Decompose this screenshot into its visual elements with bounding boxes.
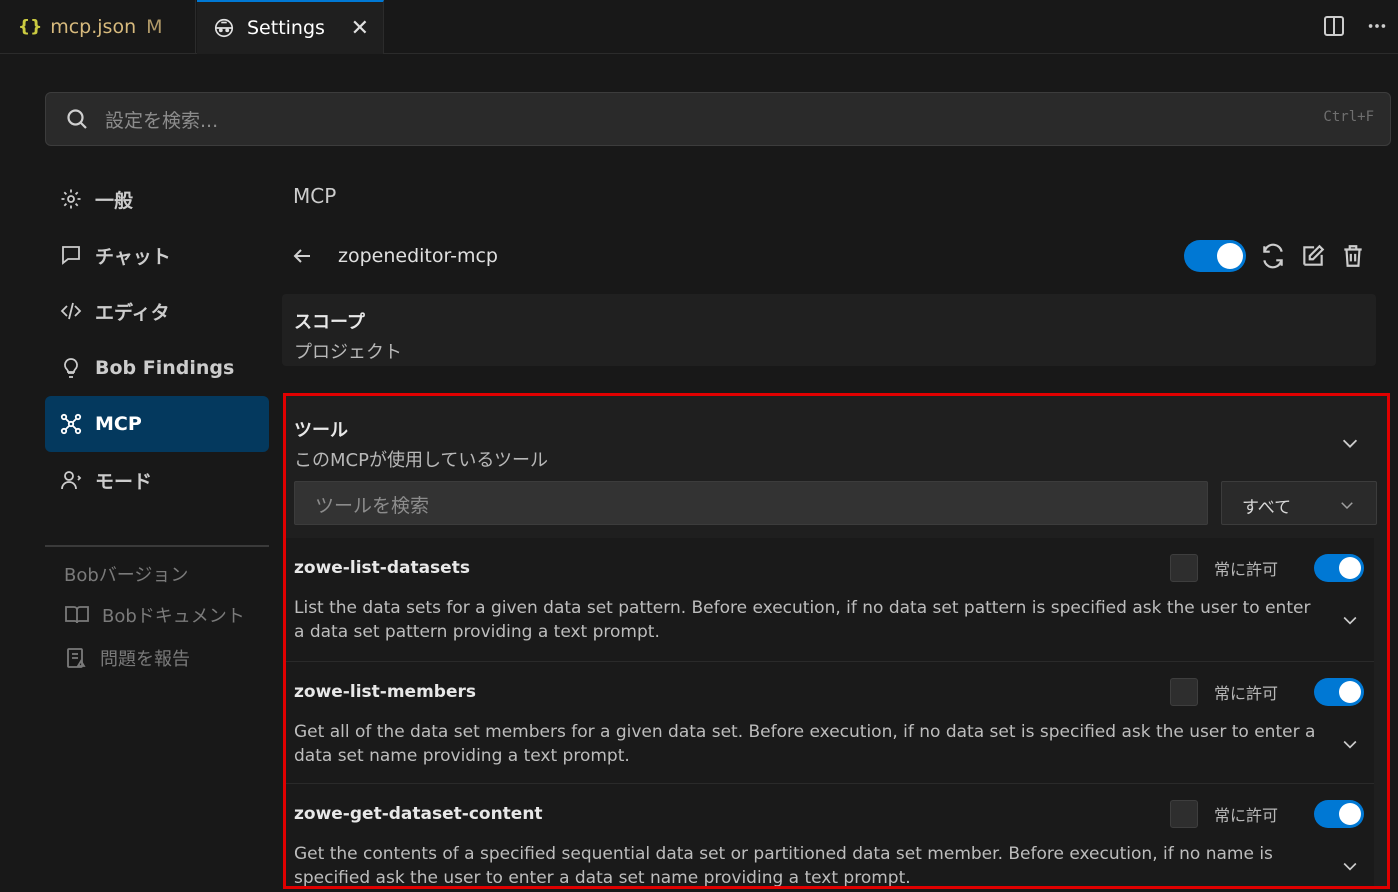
code-icon bbox=[60, 302, 82, 320]
settings-search-input[interactable]: 設定を検索... Ctrl+F bbox=[45, 92, 1391, 146]
sidebar-item-mode[interactable]: モード bbox=[45, 452, 269, 508]
tool-filter-select[interactable]: すべて bbox=[1221, 481, 1377, 525]
sidebar-divider bbox=[45, 545, 269, 547]
sidebar-item-label: モード bbox=[95, 470, 153, 493]
arrow-left-icon[interactable] bbox=[290, 244, 314, 268]
person-icon bbox=[61, 471, 82, 490]
tool-name: zowe-list-datasets bbox=[294, 558, 470, 578]
always-allow-checkbox[interactable] bbox=[1169, 678, 1198, 706]
trash-icon[interactable] bbox=[1340, 243, 1366, 269]
link-label: 問題を報告 bbox=[100, 649, 190, 670]
always-allow-label: 常に許可 bbox=[1213, 560, 1278, 579]
search-icon bbox=[67, 109, 87, 129]
chevron-down-icon[interactable] bbox=[1340, 856, 1360, 876]
search-placeholder: 設定を検索... bbox=[105, 109, 219, 132]
sidebar-item-chat[interactable]: チャット bbox=[45, 227, 269, 283]
lightbulb-icon bbox=[64, 358, 78, 378]
bob-version-label: Bobバージョン bbox=[64, 561, 188, 587]
tool-description: Get the contents of a specified sequenti… bbox=[294, 844, 1273, 888]
always-allow-checkbox[interactable] bbox=[1169, 554, 1198, 582]
chevron-down-icon[interactable] bbox=[1340, 734, 1360, 754]
chevron-down-icon bbox=[1341, 502, 1353, 510]
sidebar-item-label: チャット bbox=[95, 245, 171, 268]
tool-item: zowe-list-members 常に許可 Get all of the da… bbox=[286, 662, 1374, 784]
tool-name: zowe-get-dataset-content bbox=[294, 804, 543, 824]
tool-item: zowe-get-dataset-content 常に許可 Get the co… bbox=[286, 784, 1374, 888]
always-allow-label: 常に許可 bbox=[1213, 684, 1278, 703]
split-editor-icon[interactable] bbox=[1322, 14, 1346, 38]
close-icon[interactable]: ✕ bbox=[351, 16, 369, 41]
chevron-down-icon[interactable] bbox=[1339, 432, 1361, 454]
chevron-down-icon[interactable] bbox=[1340, 610, 1360, 630]
bob-docs-link[interactable]: Bobドキュメント bbox=[64, 602, 245, 628]
server-header: zopeneditor-mcp bbox=[290, 236, 1380, 276]
book-icon bbox=[65, 606, 89, 624]
tab-settings[interactable]: Settings ✕ bbox=[197, 0, 384, 54]
tool-enable-toggle[interactable] bbox=[1314, 554, 1364, 582]
tab-mcp-json[interactable]: {} mcp.json M bbox=[0, 0, 196, 54]
mcp-icon bbox=[60, 413, 82, 435]
filter-value: すべて bbox=[1242, 498, 1292, 518]
server-name: zopeneditor-mcp bbox=[338, 245, 498, 267]
sidebar-item-label: エディタ bbox=[95, 301, 170, 324]
braces-icon: {} bbox=[18, 17, 43, 37]
robot-icon bbox=[214, 18, 234, 38]
tools-panel: ツール このMCPが使用しているツール ツールを検索 すべて zowe-list… bbox=[283, 393, 1390, 889]
tool-enable-toggle[interactable] bbox=[1314, 678, 1364, 706]
modified-indicator: M bbox=[146, 16, 163, 38]
report-icon bbox=[67, 648, 86, 668]
scope-panel: スコープ プロジェクト bbox=[282, 294, 1376, 366]
server-enable-toggle[interactable] bbox=[1184, 240, 1246, 272]
gear-icon bbox=[61, 189, 81, 209]
refresh-icon[interactable] bbox=[1260, 243, 1286, 269]
tab-label: mcp.json bbox=[50, 16, 137, 38]
sidebar-item-bob-findings[interactable]: Bob Findings bbox=[45, 340, 269, 396]
always-allow-label: 常に許可 bbox=[1213, 806, 1278, 825]
version-text: Bobバージョン bbox=[64, 565, 189, 586]
sidebar-item-label: 一般 bbox=[95, 189, 134, 212]
chat-icon bbox=[62, 246, 80, 265]
sidebar-item-mcp[interactable]: MCP bbox=[45, 396, 269, 452]
sidebar-item-editor[interactable]: エディタ bbox=[45, 283, 269, 339]
scope-value: プロジェクト bbox=[294, 342, 402, 363]
tool-search-input[interactable]: ツールを検索 bbox=[294, 481, 1208, 525]
tools-subtitle: このMCPが使用しているツール bbox=[294, 450, 549, 471]
search-shortcut: Ctrl+F bbox=[1323, 109, 1374, 125]
tools-title: ツール bbox=[294, 420, 348, 441]
more-icon[interactable] bbox=[1366, 15, 1388, 37]
tab-bar: {} mcp.json M Settings ✕ bbox=[0, 0, 1398, 54]
edit-icon[interactable] bbox=[1300, 243, 1326, 269]
sidebar-item-general[interactable]: 一般 bbox=[45, 171, 269, 227]
tool-search-placeholder: ツールを検索 bbox=[315, 495, 430, 517]
sidebar-item-label: MCP bbox=[95, 413, 142, 435]
tool-item: zowe-list-datasets 常に許可 List the data se… bbox=[286, 538, 1374, 662]
tool-name: zowe-list-members bbox=[294, 682, 476, 702]
tool-enable-toggle[interactable] bbox=[1314, 800, 1364, 828]
tool-description: List the data sets for a given data set … bbox=[294, 598, 1311, 642]
always-allow-checkbox[interactable] bbox=[1169, 800, 1198, 828]
link-label: Bobドキュメント bbox=[102, 606, 245, 627]
tab-label: Settings bbox=[247, 17, 325, 39]
sidebar-item-label: Bob Findings bbox=[95, 357, 235, 379]
tool-description: Get all of the data set members for a gi… bbox=[294, 722, 1316, 766]
scope-title: スコープ bbox=[294, 312, 365, 333]
report-issue-link[interactable]: 問題を報告 bbox=[64, 645, 190, 671]
section-title: MCP bbox=[293, 184, 337, 208]
